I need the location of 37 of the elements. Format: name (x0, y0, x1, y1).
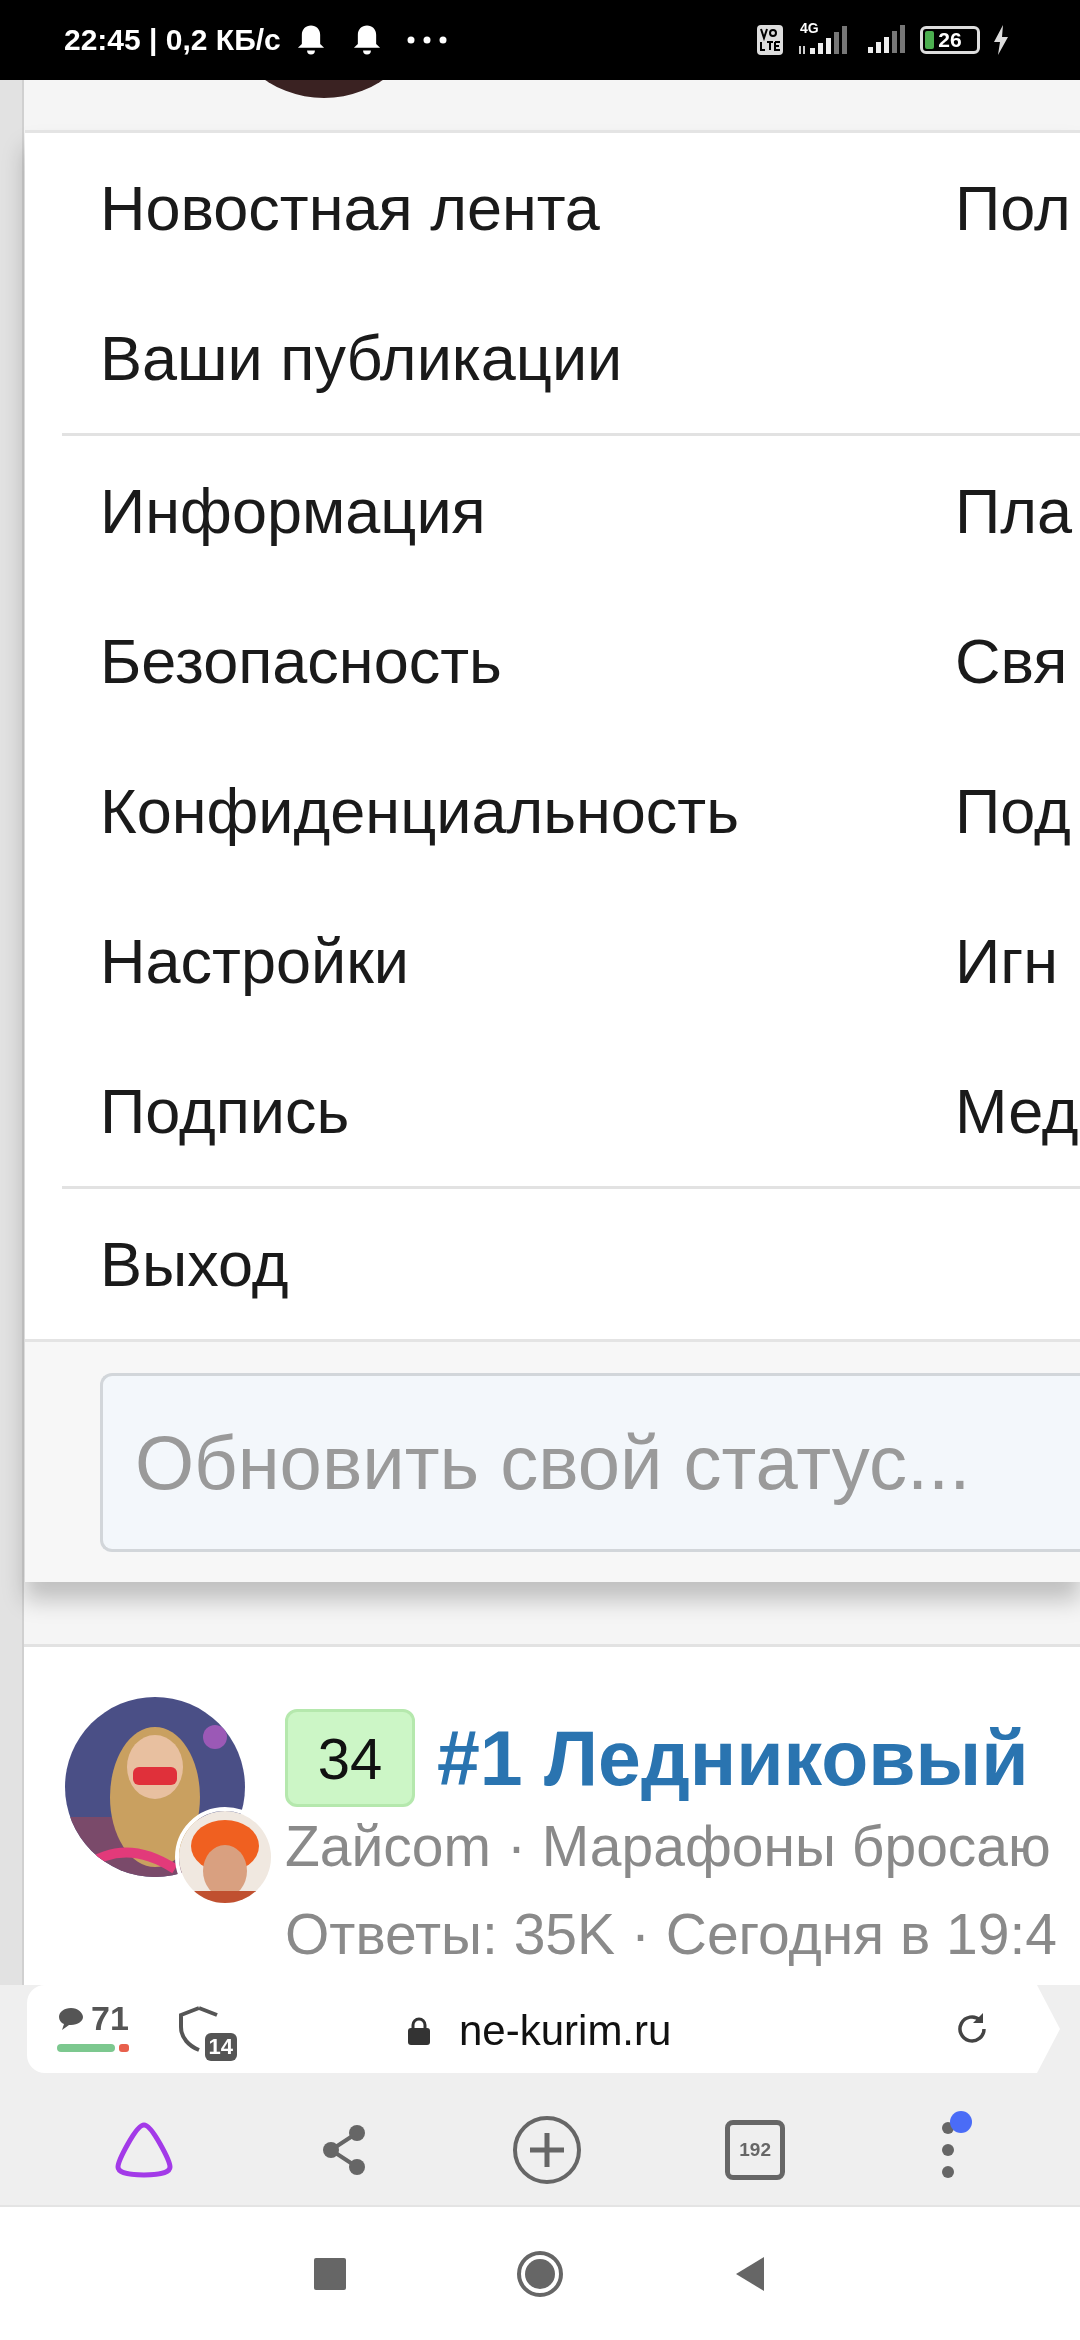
tracker-count: 14 (204, 2033, 237, 2061)
home-icon[interactable] (516, 2249, 564, 2298)
reply-count-badge: 34 (285, 1709, 415, 1807)
menu-item[interactable]: Настройки (25, 925, 955, 997)
menu-item[interactable]: Мед (955, 1075, 1079, 1147)
menu-item[interactable]: Игн (955, 925, 1059, 997)
comment-count: 71 (91, 1999, 129, 2038)
menu-item[interactable]: Безопасность (25, 625, 955, 697)
battery-icon: 26 (920, 26, 980, 54)
menu-item[interactable]: Конфиденциальность (25, 775, 955, 847)
menu-item[interactable]: Ваши публикации (25, 322, 955, 394)
recents-icon[interactable] (314, 2257, 346, 2290)
charging-icon (992, 24, 1010, 56)
menu-item[interactable]: Выход (25, 1228, 955, 1300)
address-bar[interactable]: 71 14 ne-kurim.ru (27, 1985, 1060, 2073)
status-time: 22:45 | 0,2 КБ/с (64, 23, 281, 57)
menu-item[interactable]: Подпись (25, 1075, 955, 1147)
back-icon[interactable] (734, 2255, 766, 2292)
add-icon[interactable] (511, 2115, 582, 2185)
tabs-button[interactable]: 192 (725, 2120, 786, 2180)
menu-item[interactable]: Под (955, 775, 1071, 847)
signal-icon (866, 25, 908, 55)
rating-bar (57, 2044, 129, 2052)
url-text: ne-kurim.ru (459, 2007, 672, 2055)
menu-icon[interactable] (941, 2120, 956, 2180)
thread-meta: Zайcom · Марафоны бросаю (285, 1813, 1052, 1879)
more-icon (406, 36, 447, 44)
thread-title[interactable]: #1 Ледниковый (437, 1713, 1029, 1803)
menu-item[interactable]: Свя (955, 625, 1068, 697)
menu-item[interactable]: Пол (955, 172, 1071, 244)
menu-item[interactable]: Пла (955, 475, 1073, 547)
thread-stats: Ответы: 35K · Сегодня в 19:4 (285, 1901, 1058, 1967)
menu-item[interactable]: Новостная лента (25, 172, 955, 244)
menu-item[interactable]: Информация (25, 475, 955, 547)
network-type: 4G (800, 20, 819, 36)
lock-icon (407, 2016, 431, 2046)
volte-icon (756, 24, 784, 56)
